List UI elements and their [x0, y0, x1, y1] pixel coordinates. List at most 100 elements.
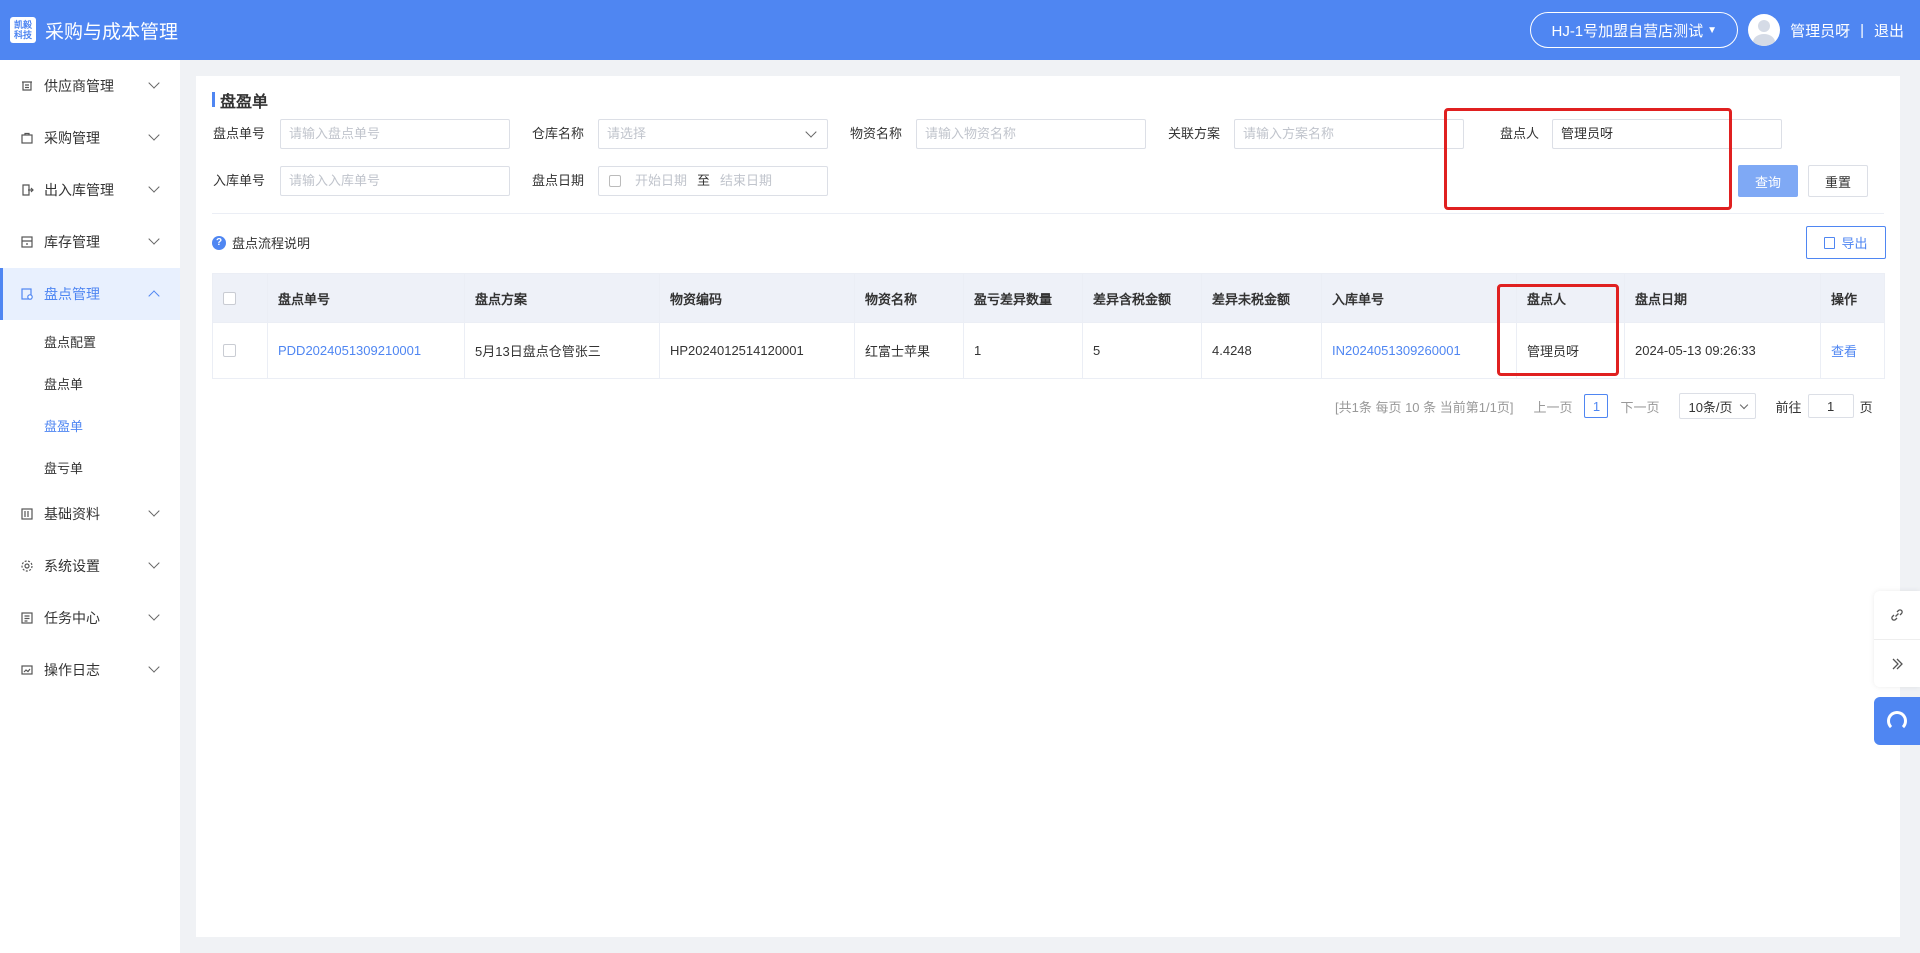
- row-checkbox[interactable]: [223, 344, 236, 357]
- sidebar-item-inout[interactable]: 出入库管理: [0, 164, 180, 216]
- cell-date: 2024-05-13 09:26:33: [1625, 323, 1821, 378]
- query-button[interactable]: 查询: [1738, 165, 1798, 197]
- goto-suffix: 页: [1859, 399, 1873, 415]
- col-diff-untaxed[interactable]: 差异未税金额: [1202, 274, 1322, 322]
- cell-diff-tax: 5: [1083, 323, 1202, 378]
- inbound-no-link[interactable]: IN2024051309260001: [1332, 343, 1461, 358]
- chevron-up-icon: [148, 290, 160, 302]
- material-label: 物资名称: [850, 126, 903, 141]
- link-icon[interactable]: [1874, 591, 1920, 639]
- app-title: 采购与成本管理: [45, 21, 179, 43]
- col-date[interactable]: 盘点日期: [1625, 274, 1821, 322]
- header-separator: |: [1860, 21, 1864, 39]
- chevron-down-icon: [148, 129, 160, 141]
- sidebar-sub-stocktake-order[interactable]: 盘点单: [0, 362, 180, 404]
- col-stocktake-no[interactable]: 盘点单号: [268, 274, 465, 322]
- calendar-icon: [609, 175, 621, 187]
- user-name[interactable]: 管理员呀: [1790, 20, 1850, 41]
- stocktake-no-input[interactable]: 请输入盘点单号: [280, 119, 510, 149]
- inbound-no-label: 入库单号: [213, 173, 266, 188]
- chevron-down-icon: [1739, 400, 1748, 409]
- main-card: 盘盈单 盘点单号 请输入盘点单号 仓库名称 请选择 物资名称 请输入物资名称 关…: [196, 76, 1900, 937]
- stocktake-flow-help[interactable]: ? 盘点流程说明: [212, 233, 310, 252]
- store-name: HJ-1号加盟自营店测试: [1551, 22, 1704, 40]
- chevron-down-icon: [148, 505, 160, 517]
- sidebar-item-stocktake[interactable]: 盘点管理: [0, 268, 180, 320]
- goto-label: 前往: [1775, 399, 1802, 415]
- col-counter[interactable]: 盘点人: [1517, 274, 1625, 322]
- table-row: PDD2024051309210001 5月13日盘点仓管张三 HP202401…: [213, 322, 1884, 378]
- view-link[interactable]: 查看: [1831, 341, 1857, 360]
- counter-input[interactable]: 管理员呀: [1552, 119, 1782, 149]
- inout-icon: [20, 183, 34, 197]
- reset-button[interactable]: 重置: [1808, 165, 1868, 197]
- cell-diff-qty: 1: [964, 323, 1083, 378]
- stocktake-no-label: 盘点单号: [213, 126, 266, 141]
- col-diff-tax[interactable]: 差异含税金额: [1083, 274, 1202, 322]
- warehouse-select[interactable]: 请选择: [598, 119, 828, 149]
- prev-page-button[interactable]: 上一页: [1533, 397, 1572, 416]
- customer-service-button[interactable]: [1874, 697, 1920, 745]
- select-all-cell: [213, 274, 268, 322]
- question-icon: ?: [212, 235, 226, 250]
- surplus-table: 盘点单号 盘点方案 物资编码 物资名称 盈亏差异数量 差异含税金额 差异未税金额…: [212, 273, 1885, 379]
- col-action: 操作: [1831, 291, 1858, 307]
- chevron-down-icon: [148, 557, 160, 569]
- row-select-cell: [213, 323, 268, 378]
- sidebar-sub-surplus-order[interactable]: 盘盈单: [0, 404, 180, 446]
- chevron-down-icon: [148, 77, 160, 89]
- goto-page-input[interactable]: 1: [1807, 394, 1854, 418]
- basic-data-icon: [20, 507, 34, 521]
- top-header: 凯毅 科技 采购与成本管理 HJ-1号加盟自营店测试 ▼ 管理员呀 | 退出: [0, 0, 1920, 60]
- col-plan[interactable]: 盘点方案: [465, 274, 660, 322]
- pagination-summary: [共1条 每页 10 条 当前第1/1页]: [1335, 399, 1514, 415]
- counter-label: 盘点人: [1500, 126, 1540, 141]
- sidebar-sub-stocktake-config[interactable]: 盘点配置: [0, 320, 180, 362]
- date-end: 结束日期: [720, 173, 773, 188]
- header-right: HJ-1号加盟自营店测试 ▼ 管理员呀 | 退出: [1530, 11, 1904, 49]
- sidebar-item-log[interactable]: 操作日志: [0, 644, 180, 696]
- select-all-checkbox[interactable]: [223, 291, 236, 305]
- cell-diff-untaxed: 4.4248: [1202, 323, 1322, 378]
- caret-down-icon: ▼: [1707, 24, 1718, 36]
- store-selector[interactable]: HJ-1号加盟自营店测试 ▼: [1530, 12, 1739, 48]
- double-chevron-right-icon[interactable]: [1874, 639, 1920, 687]
- sidebar-sub-loss-order[interactable]: 盘亏单: [0, 446, 180, 488]
- page-size-select[interactable]: 10条/页: [1679, 393, 1756, 419]
- sidebar-item-basic-data[interactable]: 基础资料: [0, 488, 180, 540]
- supplier-icon: [20, 79, 34, 93]
- cell-material-code: HP2024012514120001: [660, 323, 855, 378]
- stocktake-icon: [20, 287, 34, 301]
- next-page-button[interactable]: 下一页: [1620, 397, 1659, 416]
- date-range-picker[interactable]: 开始日期 至 结束日期: [598, 166, 828, 196]
- page-number-current[interactable]: 1: [1584, 394, 1609, 418]
- col-diff-qty[interactable]: 盈亏差异数量: [964, 274, 1083, 322]
- chevron-down-icon: [805, 126, 817, 138]
- headset-icon: [1887, 711, 1907, 731]
- chevron-down-icon: [148, 233, 160, 245]
- plan-input[interactable]: 请输入方案名称: [1234, 119, 1464, 149]
- gear-icon: [20, 559, 34, 573]
- sidebar-item-inventory[interactable]: 库存管理: [0, 216, 180, 268]
- col-material-name[interactable]: 物资名称: [855, 274, 964, 322]
- export-icon: [1824, 236, 1836, 249]
- sidebar-item-task[interactable]: 任务中心: [0, 592, 180, 644]
- material-input[interactable]: 请输入物资名称: [916, 119, 1146, 149]
- col-inbound-no[interactable]: 入库单号: [1322, 274, 1517, 322]
- sidebar-item-purchase[interactable]: 采购管理: [0, 112, 180, 164]
- logout-link[interactable]: 退出: [1874, 20, 1904, 41]
- sidebar: 供应商管理 采购管理 出入库管理 库存管理 盘点管理 盘点配置 盘点单 盘盈单 …: [0, 60, 180, 953]
- cell-counter: 管理员呀: [1517, 323, 1625, 378]
- col-material-code[interactable]: 物资编码: [660, 274, 855, 322]
- date-start: 开始日期: [635, 173, 688, 188]
- avatar[interactable]: [1748, 14, 1781, 46]
- sidebar-item-supplier[interactable]: 供应商管理: [0, 60, 180, 112]
- sidebar-item-settings[interactable]: 系统设置: [0, 540, 180, 592]
- chevron-down-icon: [148, 609, 160, 621]
- export-button[interactable]: 导出: [1806, 226, 1886, 259]
- cell-stocktake-no: PDD2024051309210001: [268, 323, 465, 378]
- cell-material-name: 红富士苹果: [855, 323, 964, 378]
- stocktake-no-link[interactable]: PDD2024051309210001: [278, 343, 421, 358]
- inbound-no-input[interactable]: 请输入入库单号: [280, 166, 510, 196]
- cell-plan: 5月13日盘点仓管张三: [465, 323, 660, 378]
